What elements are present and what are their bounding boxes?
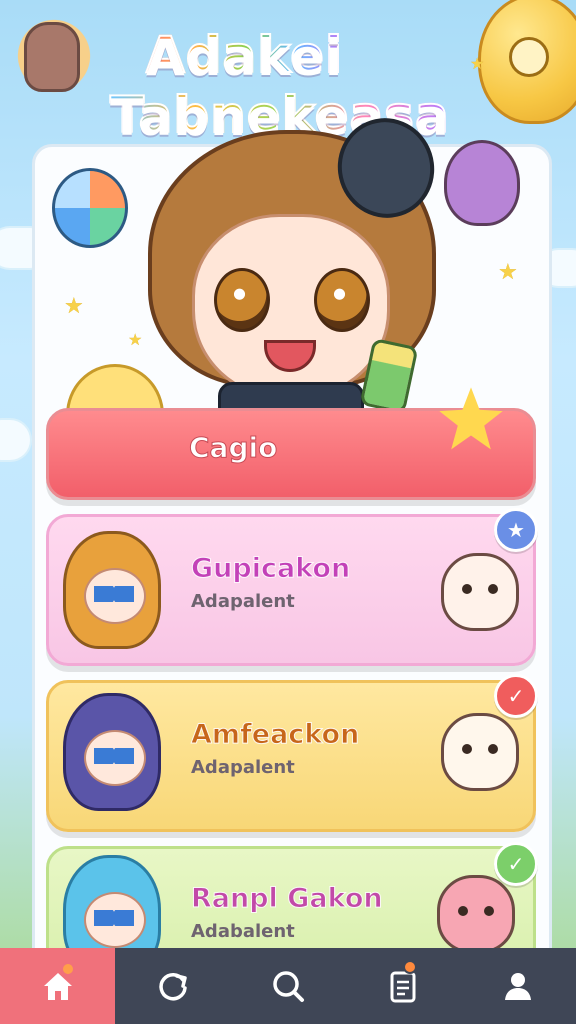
refresh-icon <box>159 972 187 1001</box>
notification-dot <box>402 960 417 974</box>
card-subtitle: Adabalent <box>191 921 295 942</box>
star-icon[interactable]: ★ <box>494 508 538 552</box>
balloon-decoration <box>478 0 576 124</box>
pet-illustration <box>441 713 519 791</box>
pet-eye <box>462 584 472 594</box>
user-icon <box>505 973 532 1000</box>
nav-search[interactable] <box>230 948 345 1024</box>
card-title: Ranpl Gakon <box>191 883 384 915</box>
sun-mascot-illustration <box>24 22 80 92</box>
character-avatar <box>63 531 161 649</box>
clipboard-icon <box>390 971 416 1003</box>
small-character-illustration <box>444 140 520 226</box>
card-amfeackon[interactable]: Amfeackon Adapalent <box>46 680 536 832</box>
star-decoration-icon: ★ <box>498 260 518 285</box>
heart-check-icon[interactable]: ✓ <box>494 674 538 718</box>
pet-eye <box>484 906 494 916</box>
card-subtitle: Adapalent <box>191 757 295 778</box>
cloud-decoration <box>0 420 30 460</box>
card-title: Amfeackon <box>190 719 360 751</box>
star-decoration-icon: ★ <box>470 54 485 73</box>
hero-eye <box>214 268 270 332</box>
balloon-badge-icon <box>509 37 549 77</box>
pet-eye <box>488 584 498 594</box>
pet-eye <box>458 906 468 916</box>
bottom-nav <box>0 948 576 1024</box>
nav-refresh[interactable] <box>115 948 230 1024</box>
nav-profile[interactable] <box>461 948 576 1024</box>
nav-home[interactable] <box>0 948 116 1024</box>
card-gupicakon[interactable]: Gupicakon Adapalent <box>46 514 536 666</box>
avatar-eyes <box>94 910 134 926</box>
card-title: Cagio <box>188 431 278 465</box>
pet-eye <box>488 744 498 754</box>
avatar-eyes <box>94 586 134 602</box>
pet-illustration <box>437 875 515 953</box>
title-line-1: Adakei <box>145 25 344 85</box>
nav-clipboard[interactable] <box>346 948 461 1024</box>
check-icon[interactable]: ✓ <box>494 842 538 886</box>
globe-balloon-illustration <box>52 168 128 248</box>
pet-eye <box>462 744 472 754</box>
search-icon <box>273 971 304 1002</box>
star-decoration-icon: ★ <box>64 294 84 319</box>
card-title: Gupicakon <box>190 553 351 585</box>
pet-illustration <box>441 553 519 631</box>
character-avatar <box>63 693 161 811</box>
avatar-eyes <box>94 748 134 764</box>
card-subtitle: Adapalent <box>191 591 295 612</box>
hero-eye <box>314 268 370 332</box>
